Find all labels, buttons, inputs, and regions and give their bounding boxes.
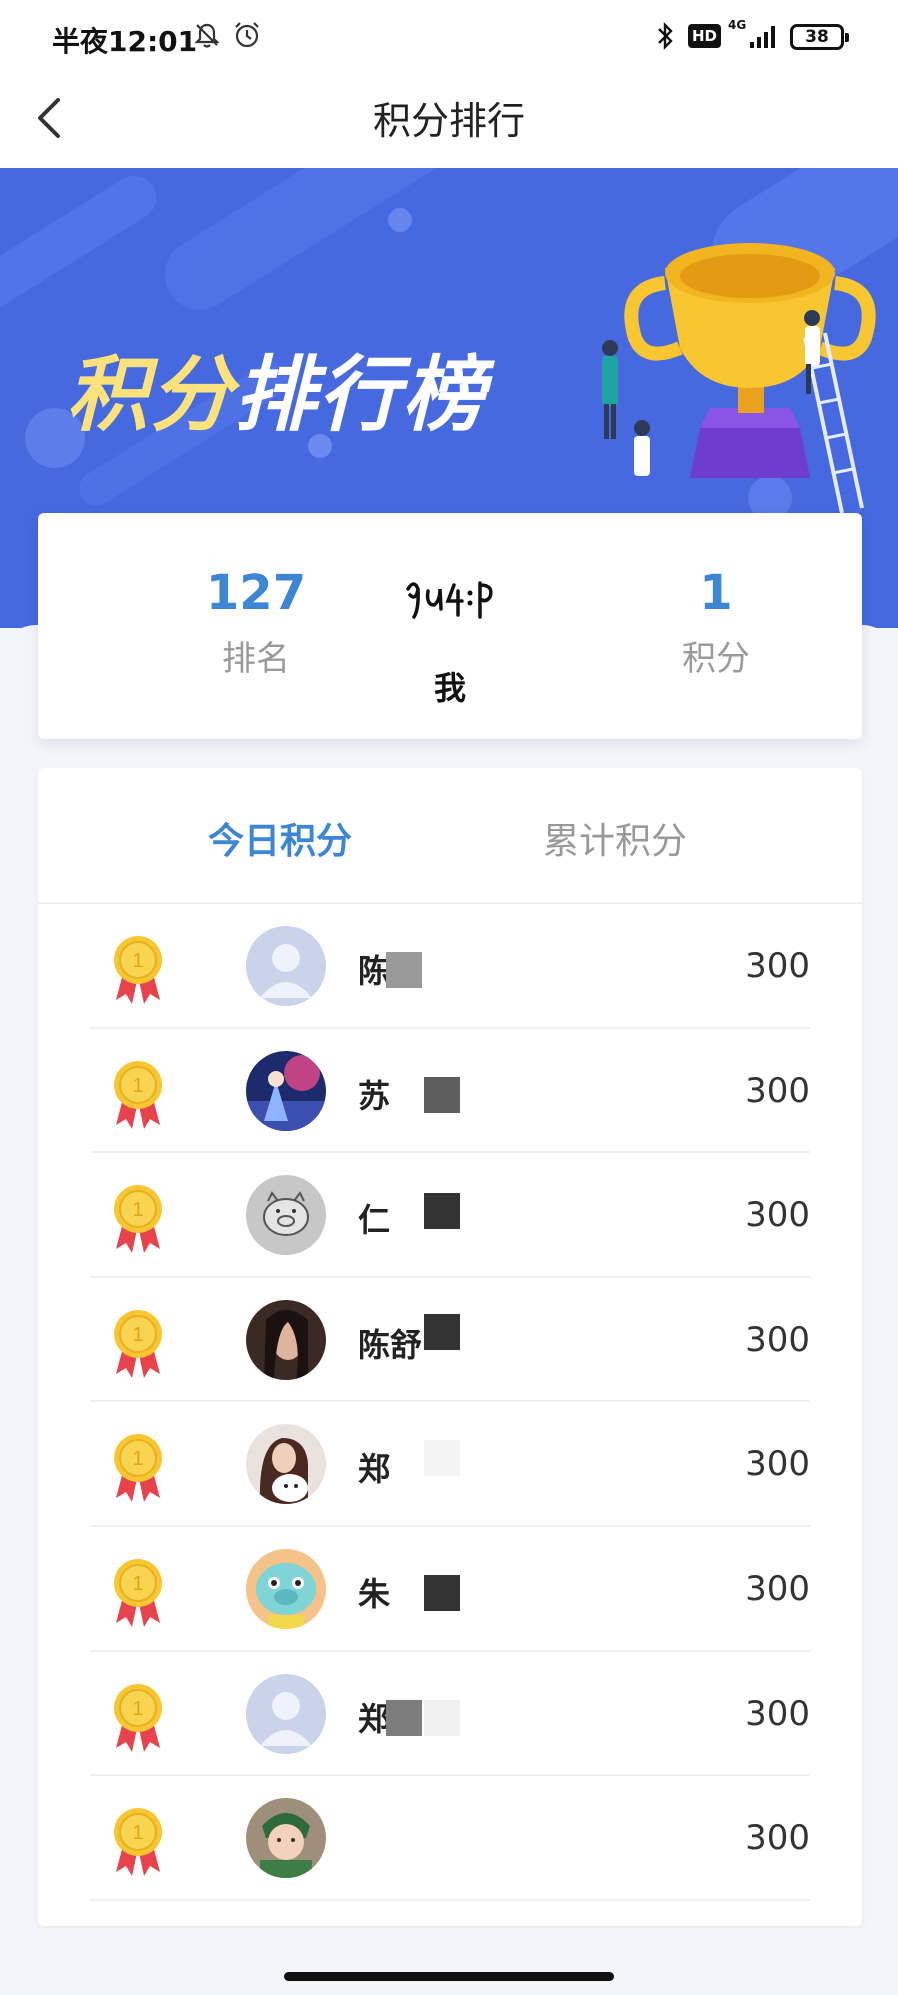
avatar[interactable] — [246, 926, 326, 1006]
avatar[interactable] — [246, 1175, 326, 1256]
signal-icon — [750, 26, 775, 48]
tab-bar: 今日积分 累计积分 — [38, 768, 862, 904]
bell-muted-icon — [194, 23, 220, 48]
svg-text:1: 1 — [132, 950, 143, 972]
medal-icon: 1 — [114, 1434, 162, 1503]
svg-text:1: 1 — [132, 1324, 143, 1346]
medal-icon: 1 — [114, 936, 162, 1004]
avatar[interactable] — [246, 1424, 326, 1505]
avatar[interactable] — [246, 1673, 326, 1754]
home-indicator[interactable] — [284, 1972, 614, 1981]
rank-value: 127 — [205, 565, 307, 621]
score-value: 1 — [699, 565, 733, 621]
my-avatar-signature — [406, 581, 493, 619]
network-type: 4G — [728, 18, 747, 32]
avatar[interactable] — [246, 1299, 326, 1380]
svg-text:1: 1 — [132, 1573, 143, 1595]
ranking-list: 1 陈 300 1 苏 300 1 仁 300 1 陈舒 300 1 郑 300… — [38, 904, 862, 1901]
my-rank-card: 127 排名 我 1 积分 — [38, 513, 862, 739]
medal-icon: 1 — [114, 1185, 162, 1254]
ranking-row[interactable]: 1 郑 300 — [38, 1402, 862, 1527]
svg-text:1: 1 — [132, 1448, 143, 1470]
user-score: 300 — [745, 1693, 810, 1734]
privacy-mosaic — [386, 1076, 498, 1117]
user-score: 300 — [745, 1568, 810, 1609]
my-name: 我 — [433, 669, 466, 707]
medal-icon: 1 — [114, 1060, 162, 1129]
ranking-row[interactable]: 1 朱 300 — [38, 1527, 862, 1652]
status-time: 半夜12:01 — [52, 25, 198, 58]
privacy-mosaic — [386, 1313, 498, 1366]
user-score: 300 — [745, 946, 810, 986]
user-score: 300 — [745, 1070, 810, 1111]
medal-icon: 1 — [114, 1309, 162, 1378]
privacy-mosaic — [386, 952, 498, 992]
medal-icon: 1 — [114, 1558, 162, 1627]
trophy-illustration — [602, 243, 876, 514]
svg-text:1: 1 — [132, 1698, 143, 1720]
hd-badge: HD — [688, 24, 722, 48]
ranking-row[interactable]: 1 仁 300 — [38, 1153, 862, 1278]
avatar[interactable] — [246, 1798, 326, 1879]
user-score: 300 — [745, 1818, 810, 1859]
ranking-row[interactable]: 1 300 — [38, 1776, 862, 1901]
ranking-row[interactable]: 1 陈舒 300 — [38, 1278, 862, 1403]
privacy-mosaic — [386, 1440, 498, 1490]
medal-icon: 1 — [114, 1808, 162, 1877]
tab-today-score[interactable]: 今日积分 — [208, 812, 352, 864]
avatar[interactable] — [246, 1548, 326, 1629]
user-score: 300 — [745, 1319, 810, 1360]
avatar[interactable] — [246, 1050, 326, 1131]
ranking-row[interactable]: 1 郑 300 — [38, 1652, 862, 1777]
my-score: 1 积分 — [616, 565, 816, 680]
ranking-card: 今日积分 累计积分 1 陈 300 1 苏 300 1 仁 300 1 陈舒 3… — [38, 768, 862, 1926]
ranking-row[interactable]: 1 陈 300 — [38, 904, 862, 1029]
privacy-mosaic — [386, 1574, 498, 1615]
svg-text:1: 1 — [132, 1822, 143, 1844]
bluetooth-icon — [658, 22, 673, 50]
rank-label: 排名 — [222, 639, 290, 679]
privacy-mosaic — [386, 1193, 498, 1241]
user-score: 300 — [745, 1195, 810, 1236]
status-bar: 半夜12:01 HD 4G 38 — [0, 0, 898, 72]
my-rank: 127 排名 — [156, 565, 356, 680]
battery-icon: 38 — [790, 24, 849, 50]
privacy-mosaic — [386, 1699, 498, 1740]
ranking-row[interactable]: 1 苏 300 — [38, 1029, 862, 1154]
user-score: 300 — [745, 1444, 810, 1485]
alarm-icon — [235, 22, 259, 48]
svg-text:1: 1 — [132, 1075, 143, 1097]
medal-icon: 1 — [114, 1683, 162, 1752]
page-title: 积分排行 — [372, 99, 525, 143]
privacy-mosaic — [386, 1824, 498, 1864]
nav-bar: 积分排行 — [0, 72, 898, 168]
banner-title: 积分排行榜 — [66, 348, 486, 443]
score-label: 积分 — [682, 639, 750, 679]
tab-total-score[interactable]: 累计积分 — [543, 812, 687, 864]
svg-text:1: 1 — [132, 1199, 143, 1221]
